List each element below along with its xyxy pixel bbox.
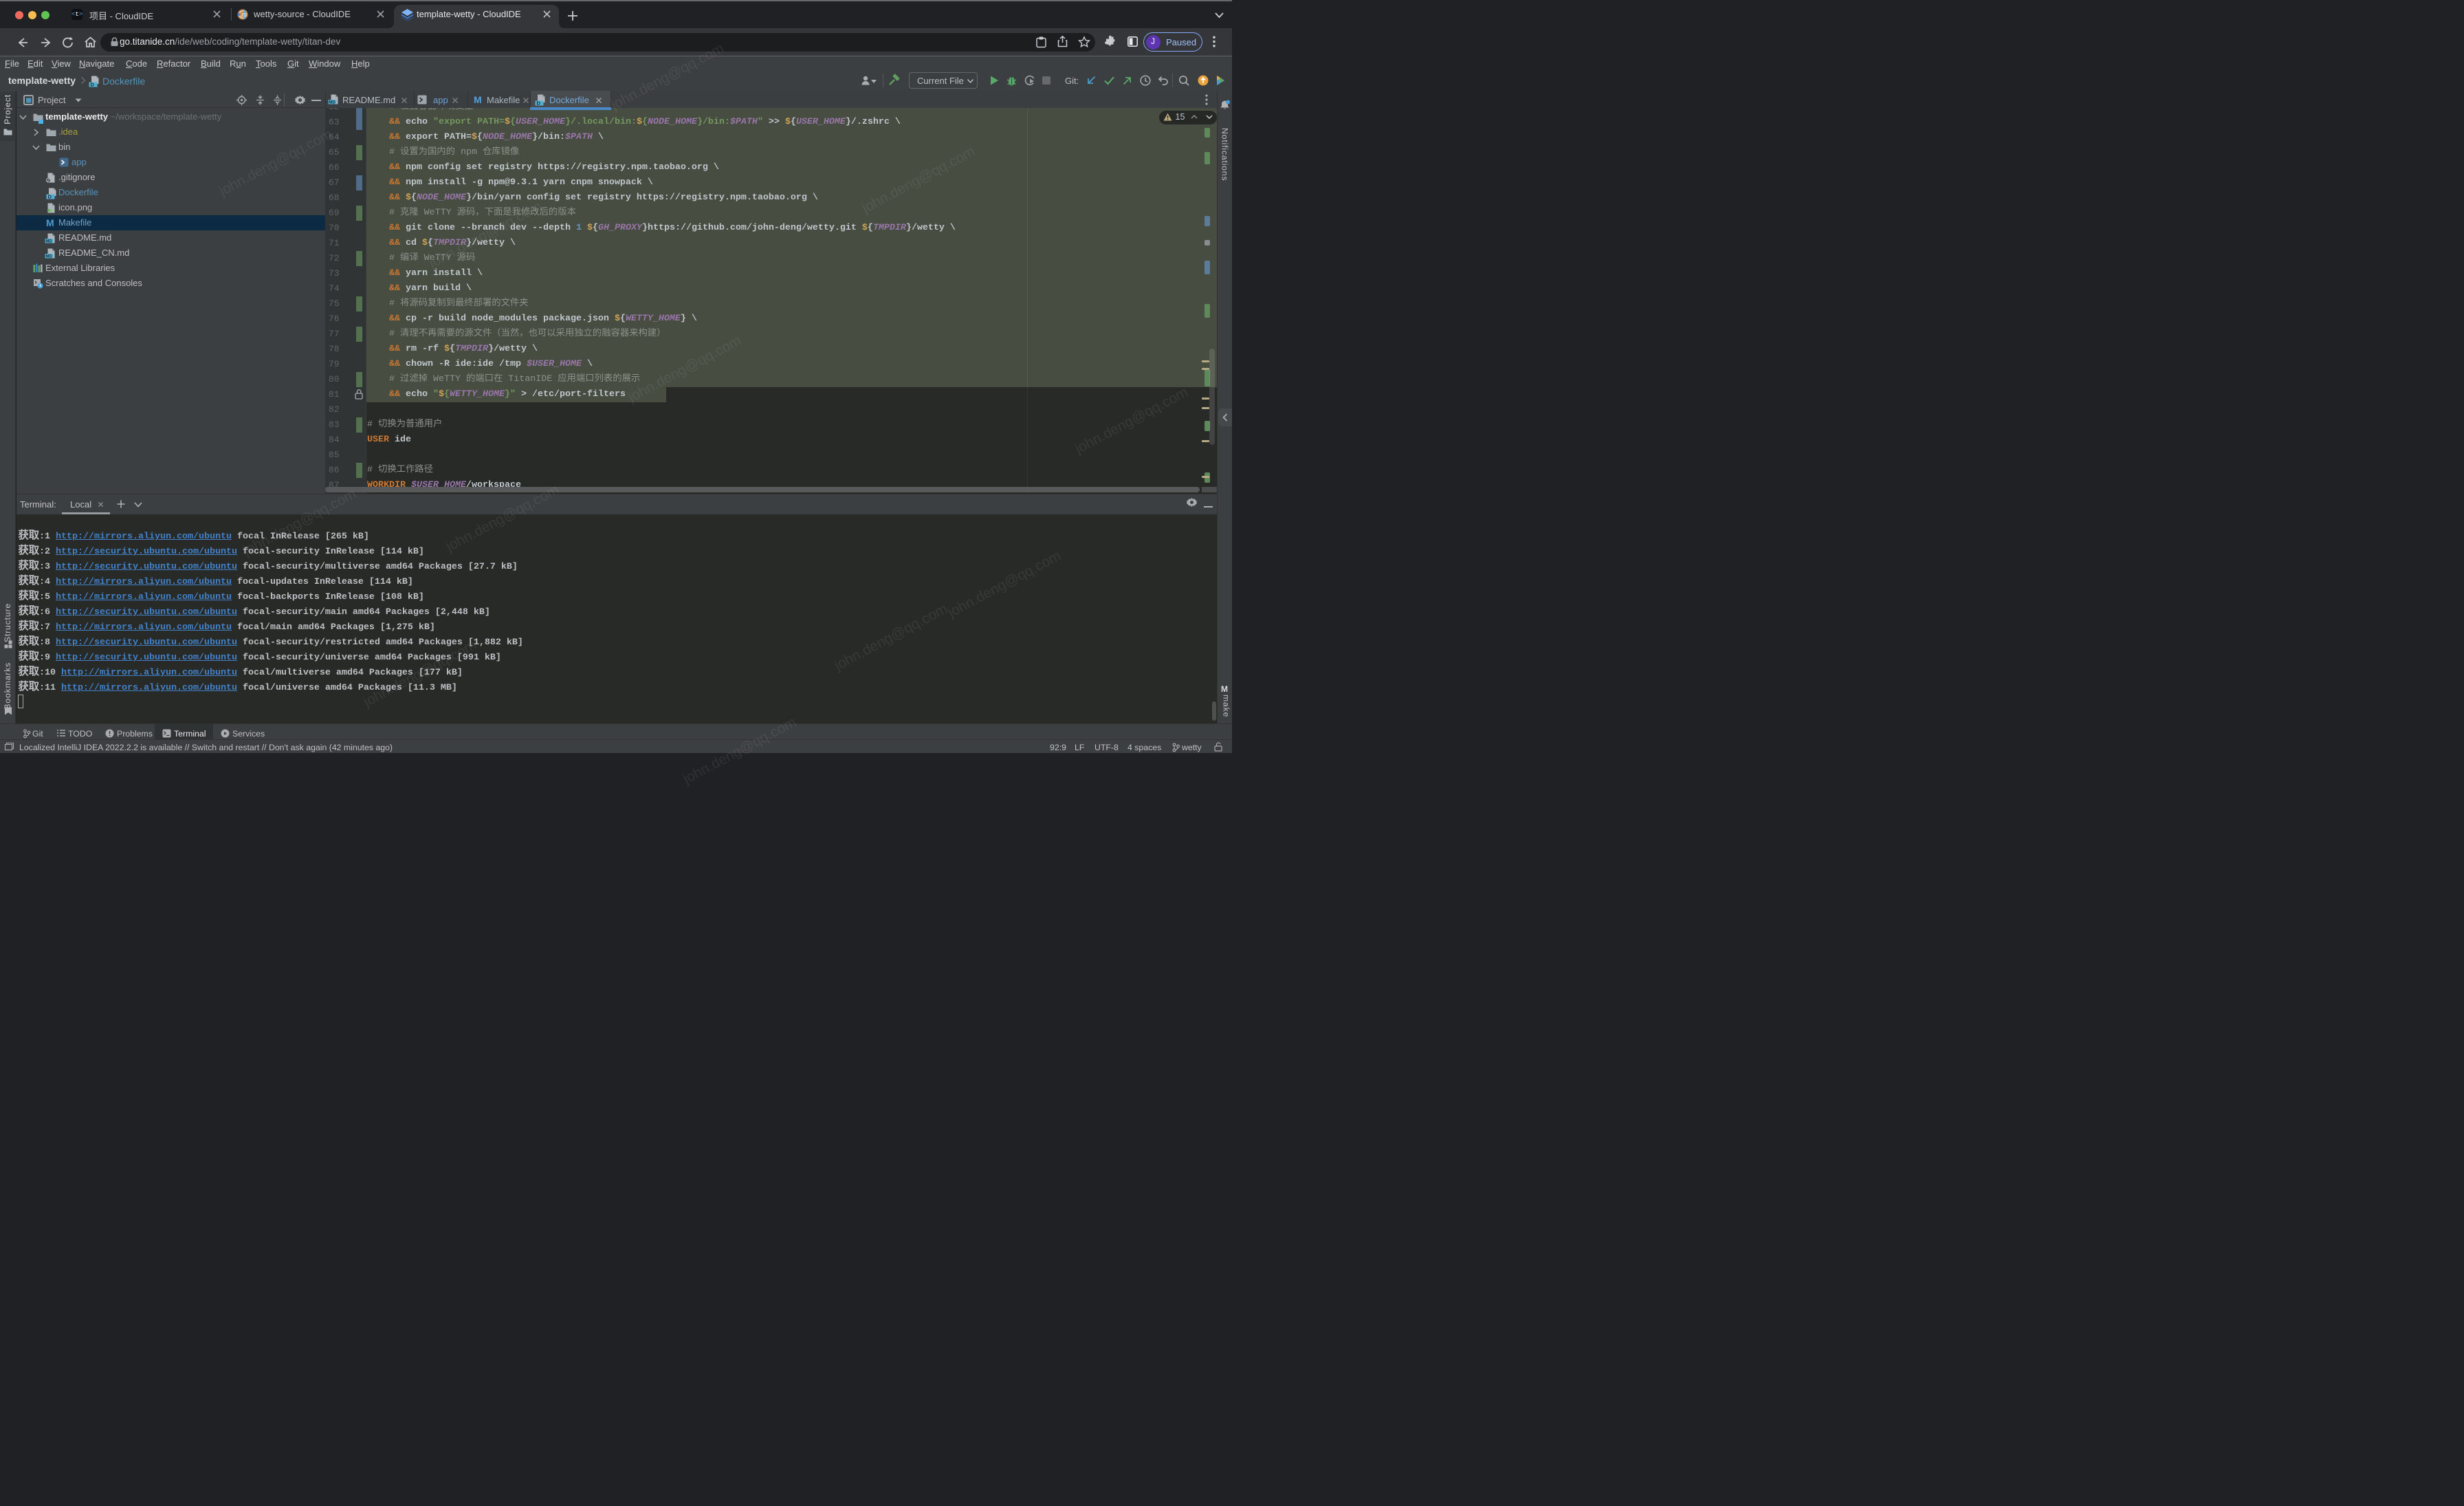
svg-text:D: D [91,82,95,88]
svg-text:MD: MD [45,254,52,259]
svg-text:D: D [48,194,52,200]
svg-text:JS: JS [241,13,247,18]
svg-text:MD: MD [45,239,52,243]
svg-text:D: D [537,100,541,107]
svg-text:MD: MD [329,100,336,105]
